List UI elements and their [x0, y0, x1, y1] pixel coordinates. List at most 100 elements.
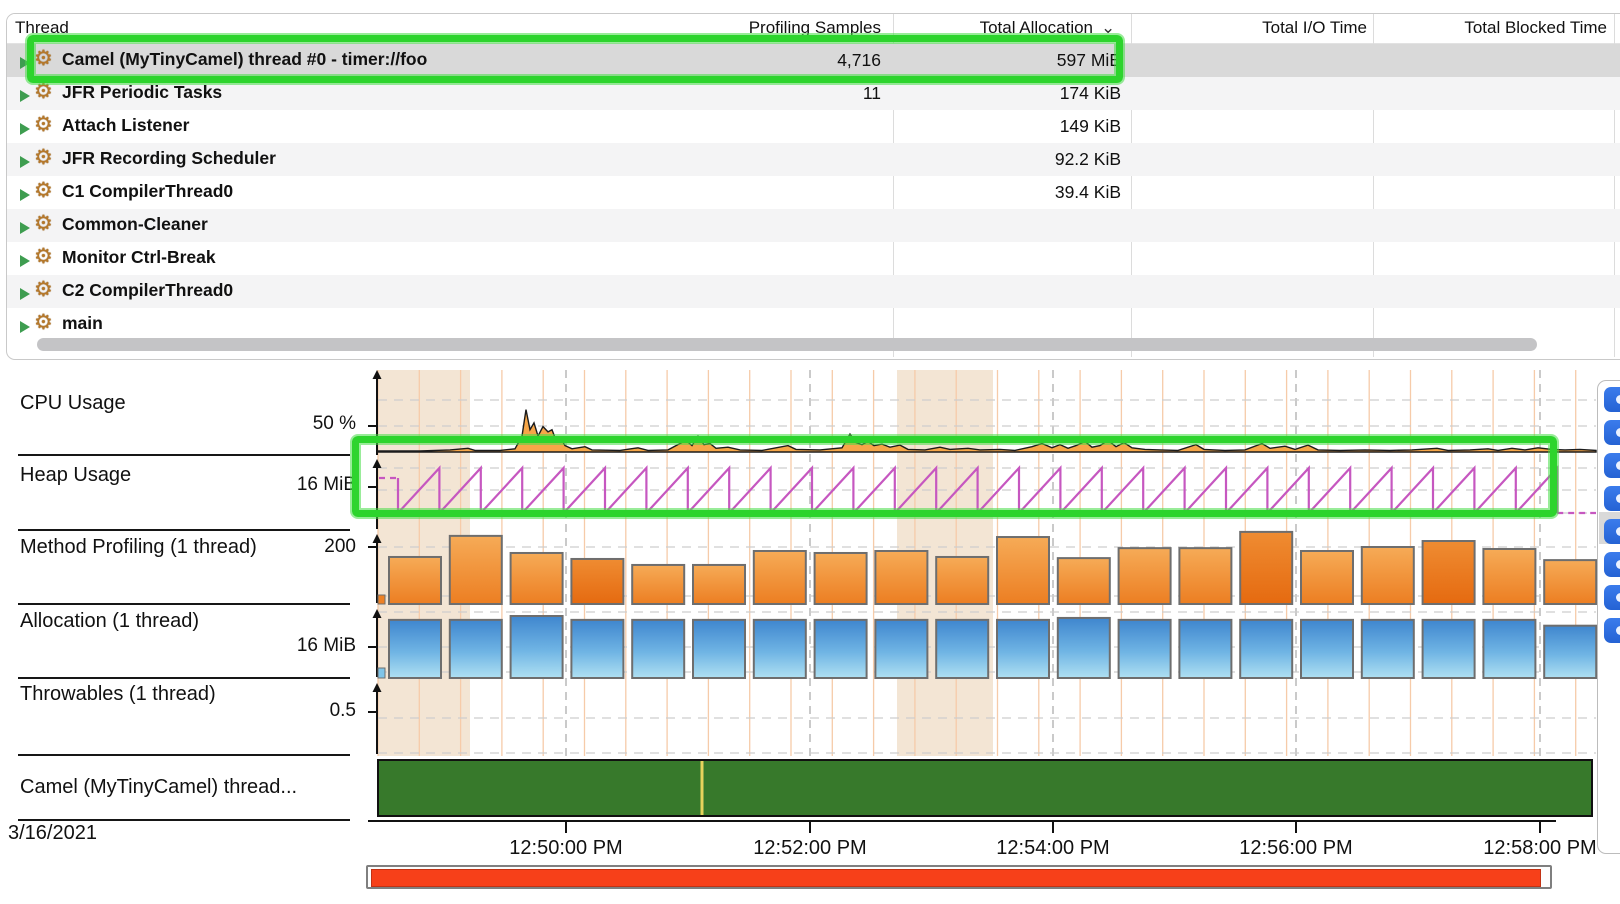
- column-header-thread[interactable]: Thread: [15, 18, 69, 38]
- table-row[interactable]: ⚙JFR Recording Scheduler92.2 KiB: [7, 143, 1620, 176]
- method-profiling-bar: [1179, 548, 1231, 604]
- method-profiling-bar: [693, 565, 745, 604]
- thread-name: C1 CompilerThread0: [62, 181, 233, 202]
- allocation-bar: [936, 620, 988, 678]
- allocation-bar: [1058, 618, 1110, 678]
- expand-triangle-icon[interactable]: [20, 90, 30, 102]
- row-divider: [18, 529, 350, 531]
- method-profiling-bar: [389, 557, 441, 604]
- timeline-tools-panel: [1597, 380, 1620, 854]
- time-axis-label: 12:52:00 PM: [753, 837, 866, 860]
- method-profiling-bar: [815, 553, 867, 604]
- method-profiling-bar: [754, 551, 806, 604]
- total-allocation-value: 597 MiB: [897, 50, 1121, 71]
- row-divider: [18, 754, 350, 756]
- method-profiling-bar: [1058, 558, 1110, 604]
- thread-gear-icon: ⚙: [34, 244, 53, 268]
- thread-gear-icon: ⚙: [34, 112, 53, 136]
- table-row[interactable]: ⚙ Camel (MyTinyCamel) thread #0 - timer:/…: [7, 44, 1620, 77]
- row-label-allocation: Allocation (1 thread): [20, 610, 330, 633]
- table-row[interactable]: ⚙JFR Periodic Tasks11174 KiB: [7, 77, 1620, 110]
- table-row[interactable]: ⚙main: [7, 308, 1620, 341]
- allocation-bar: [875, 620, 927, 678]
- axis-tick-throwables: 0.5: [156, 700, 356, 722]
- axis-tick-method-profiling: 200: [156, 536, 356, 558]
- allocation-bar: [632, 620, 684, 678]
- table-row[interactable]: ⚙C1 CompilerThread039.4 KiB: [7, 176, 1620, 209]
- total-allocation-value: 174 KiB: [897, 83, 1121, 104]
- column-header-profiling-samples[interactable]: Profiling Samples: [637, 18, 881, 38]
- allocation-bar: [815, 620, 867, 678]
- timeline-tool-button-2[interactable]: [1604, 420, 1620, 445]
- time-axis-label: 12:56:00 PM: [1239, 837, 1352, 860]
- thread-gear-icon: ⚙: [34, 277, 53, 301]
- thread-gear-icon: ⚙: [34, 178, 53, 202]
- allocation-bar: [1240, 620, 1292, 678]
- expand-triangle-icon[interactable]: [20, 156, 30, 168]
- expand-triangle-icon[interactable]: [20, 123, 30, 135]
- table-horizontal-scrollbar[interactable]: [37, 338, 1537, 351]
- column-header-total-io-time[interactable]: Total I/O Time: [1137, 18, 1367, 38]
- timeline-tool-button-5[interactable]: [1604, 519, 1620, 544]
- expand-triangle-icon[interactable]: [20, 222, 30, 234]
- allocation-bar: [1544, 626, 1596, 678]
- table-row[interactable]: ⚙ Attach Listener 149 KiB: [7, 110, 1620, 143]
- table-row[interactable]: ⚙ Common-Cleaner: [7, 209, 1620, 242]
- time-axis-label: 12:50:00 PM: [509, 837, 622, 860]
- column-header-total-blocked-time[interactable]: Total Blocked Time: [1383, 18, 1607, 38]
- column-header-total-allocation[interactable]: Total Allocation: [893, 18, 1093, 38]
- method-profiling-bar: [1544, 560, 1596, 604]
- time-axis-label: 12:54:00 PM: [996, 837, 1109, 860]
- table-row[interactable]: ⚙C2 CompilerThread0: [7, 275, 1620, 308]
- thread-name: JFR Recording Scheduler: [62, 148, 276, 169]
- axis-tick-cpu: 50 %: [156, 413, 356, 435]
- method-profiling-bar: [1301, 551, 1353, 604]
- row-label-cpu-usage: CPU Usage: [20, 392, 330, 415]
- expand-triangle-icon[interactable]: [20, 288, 30, 300]
- expand-triangle-icon[interactable]: [20, 255, 30, 267]
- row-divider: [18, 454, 350, 456]
- thread-gear-icon: ⚙: [34, 145, 53, 169]
- thread-gear-icon: ⚙: [34, 211, 53, 235]
- timeline-tool-button-1[interactable]: [1604, 387, 1620, 412]
- row-label-camel-thread: Camel (MyTinyCamel) thread...: [20, 776, 330, 799]
- thread-name: JFR Periodic Tasks: [62, 82, 222, 103]
- method-profiling-bar: [936, 557, 988, 604]
- allocation-bar: [1362, 620, 1414, 678]
- method-profiling-bar: [997, 537, 1049, 604]
- thread-name: Common-Cleaner: [62, 214, 208, 235]
- timeline-tool-button-3[interactable]: [1604, 453, 1620, 478]
- method-profiling-bar: [1119, 548, 1171, 604]
- allocation-bar: [450, 620, 502, 678]
- allocation-bar: [1483, 620, 1535, 678]
- method-profiling-bar: [1483, 549, 1535, 604]
- expand-triangle-icon[interactable]: [20, 321, 30, 333]
- table-row[interactable]: ⚙ Monitor Ctrl-Break: [7, 242, 1620, 275]
- allocation-bar: [693, 620, 745, 678]
- expand-triangle-icon[interactable]: [20, 189, 30, 201]
- timeline-tool-button-6[interactable]: [1604, 552, 1620, 577]
- total-allocation-value: 149 KiB: [897, 116, 1121, 137]
- timeline-tool-button-7[interactable]: [1604, 585, 1620, 610]
- thread-name: Attach Listener: [62, 115, 189, 136]
- thread-gear-icon: ⚙: [34, 46, 53, 70]
- timeline-scrollbar-thumb[interactable]: [371, 869, 1541, 887]
- sort-desc-icon[interactable]: ⌄: [1101, 18, 1121, 38]
- allocation-bar: [1423, 620, 1475, 678]
- thread-name: Monitor Ctrl-Break: [62, 247, 216, 268]
- allocation-bar: [1179, 620, 1231, 678]
- axis-tick-allocation: 16 MiB: [156, 635, 356, 657]
- timeline-scrollbar-track[interactable]: [366, 865, 1552, 889]
- time-axis-label: 12:58:00 PM: [1483, 837, 1596, 860]
- timeline-tool-button-4[interactable]: [1604, 486, 1620, 511]
- allocation-bar: [571, 620, 623, 678]
- expand-triangle-icon[interactable]: [20, 57, 30, 69]
- method-profiling-bar: [632, 565, 684, 604]
- timeline-tool-button-8[interactable]: [1604, 618, 1620, 643]
- method-profiling-bar: [1362, 547, 1414, 604]
- method-profiling-bar: [1423, 541, 1475, 604]
- thread-name: Camel (MyTinyCamel) thread #0 - timer://…: [62, 49, 427, 70]
- profiling-samples-value: 4,716: [637, 50, 881, 71]
- method-profiling-bar: [511, 553, 563, 604]
- method-profiling-bar: [450, 536, 502, 604]
